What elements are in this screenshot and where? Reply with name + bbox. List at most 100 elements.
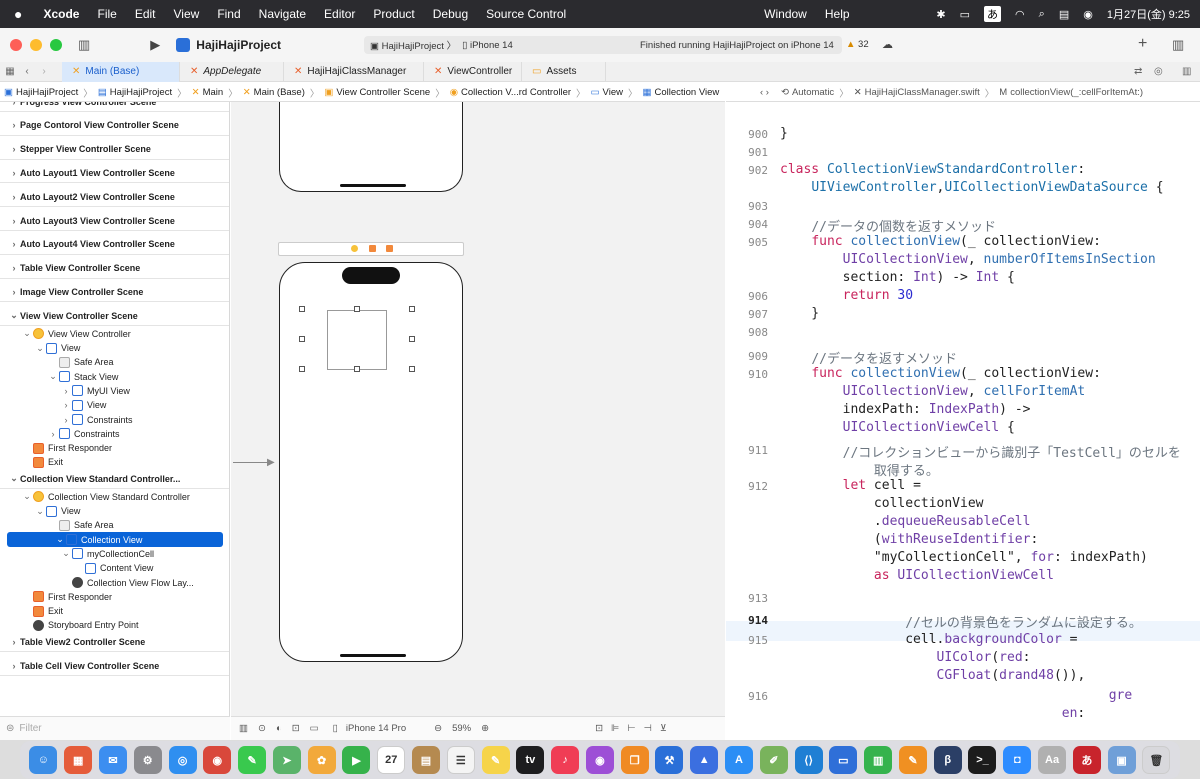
- script-editor-icon[interactable]: ✐: [759, 746, 788, 774]
- trash-icon[interactable]: 🗑: [1142, 746, 1171, 774]
- music-icon[interactable]: ♪: [551, 746, 580, 774]
- menu-debug[interactable]: Debug: [424, 7, 477, 21]
- battery-icon[interactable]: ▭: [960, 8, 970, 21]
- collection-view-controller-frame[interactable]: [279, 262, 463, 662]
- embed-icon[interactable]: ⊻: [660, 723, 667, 734]
- outline-item[interactable]: ⌄ Collection View Standard Controller: [0, 489, 229, 504]
- warning-icon[interactable]: ▲ 32: [846, 39, 869, 50]
- code-line[interactable]: gre: [780, 688, 1132, 703]
- code-line[interactable]: "myCollectionCell", for: indexPath): [780, 550, 1148, 565]
- forward-icon[interactable]: ›: [34, 66, 54, 77]
- chevron-down-icon[interactable]: ⌄: [60, 548, 72, 559]
- device-config-label[interactable]: iPhone 14 Pro: [346, 723, 406, 734]
- outline-scene[interactable]: ⌄ Collection View Standard Controller...: [0, 469, 229, 490]
- menu-file[interactable]: File: [88, 7, 125, 21]
- chevron-right-icon[interactable]: ›: [8, 120, 20, 130]
- cloud-icon[interactable]: ☁: [882, 38, 893, 51]
- outline-scene[interactable]: › Auto Layout2 View Controller Scene: [0, 187, 229, 208]
- run-button[interactable]: ▶: [150, 37, 160, 53]
- code-line[interactable]: UICollectionView, cellForItemAt: [780, 384, 1086, 399]
- grid-icon[interactable]: ▦: [0, 66, 20, 77]
- code-line[interactable]: func collectionView(_ collectionView:: [780, 366, 1101, 381]
- code-line[interactable]: section: Int) -> Int {: [780, 270, 1015, 285]
- xcode-icon[interactable]: ⚒: [655, 746, 684, 774]
- menu-find[interactable]: Find: [208, 7, 249, 21]
- close-window-button[interactable]: [10, 39, 22, 51]
- outline-item[interactable]: ⌄ View View Controller: [0, 326, 229, 341]
- outline-item[interactable]: ⌄ Collection View: [7, 532, 223, 548]
- dictionary-icon[interactable]: Aa: [1038, 746, 1067, 774]
- chevron-right-icon[interactable]: ›: [8, 192, 20, 202]
- breadcrumb-item[interactable]: ▭ View: [587, 87, 627, 98]
- outline-item[interactable]: › Constraints: [0, 426, 229, 441]
- outline-scene[interactable]: › Table View2 Controller Scene: [0, 632, 229, 653]
- zoom-in-icon[interactable]: ⊕: [481, 723, 489, 734]
- chevron-right-icon[interactable]: ›: [60, 400, 72, 410]
- apple-tv-icon[interactable]: tv: [516, 746, 545, 774]
- chevron-right-icon[interactable]: ›: [47, 429, 59, 439]
- code-line[interactable]: indexPath: IndexPath) ->: [780, 402, 1031, 417]
- tab-viewcontroller[interactable]: ✕ ViewController: [424, 61, 522, 82]
- orientation-icon[interactable]: ⊡: [292, 723, 300, 734]
- window-menu[interactable]: Window: [755, 7, 816, 21]
- chevron-right-icon[interactable]: ›: [8, 168, 20, 178]
- breadcrumb-item[interactable]: ▣ View Controller Scene: [320, 87, 434, 98]
- code-line[interactable]: let cell =: [780, 478, 921, 493]
- outline-item[interactable]: › Constraints: [0, 412, 229, 427]
- code-line[interactable]: class CollectionViewStandardController:: [780, 162, 1085, 177]
- outline-item[interactable]: ⌄ View: [0, 504, 229, 519]
- size-class-icon[interactable]: ▭: [310, 723, 319, 734]
- chevron-down-icon[interactable]: ⌄: [21, 328, 33, 339]
- device-icon[interactable]: ▯: [333, 723, 338, 734]
- back-icon[interactable]: ‹: [20, 66, 34, 77]
- outline-scene[interactable]: › Table View Controller Scene: [0, 259, 229, 279]
- code-line[interactable]: UICollectionView, numberOfItemsInSection: [780, 252, 1156, 267]
- inspector-toggle-icon[interactable]: ▥: [1172, 37, 1184, 53]
- breadcrumb-item[interactable]: ▦ Collection View: [638, 87, 723, 98]
- chevron-right-icon[interactable]: ›: [60, 415, 72, 425]
- menu-source-control[interactable]: Source Control: [477, 7, 575, 21]
- outline-item[interactable]: Content View: [0, 561, 229, 576]
- system-settings-icon[interactable]: ⚙: [133, 746, 162, 774]
- outline-item[interactable]: ⌄ Stack View: [0, 369, 229, 384]
- breadcrumb-item[interactable]: ✕ HajiHajiClassManager.swift: [850, 87, 984, 98]
- code-line[interactable]: UIViewController,UICollectionViewDataSou…: [780, 180, 1163, 195]
- menu-editor[interactable]: Editor: [315, 7, 364, 21]
- outline-item[interactable]: Storyboard Entry Point: [0, 618, 229, 633]
- chevron-down-icon[interactable]: ⌄: [8, 310, 20, 321]
- add-button[interactable]: +: [1138, 35, 1147, 53]
- beta-app-icon[interactable]: β: [933, 746, 962, 774]
- outline-item[interactable]: ⌄ View: [0, 341, 229, 356]
- outline-scene[interactable]: › Table Cell View Controller Scene: [0, 656, 229, 676]
- device-selector[interactable]: ▯ iPhone 14: [456, 40, 513, 51]
- breadcrumb-item[interactable]: ◉ Collection V...rd Controller: [446, 87, 575, 98]
- messages-icon[interactable]: ✎: [238, 746, 267, 774]
- resize-handle[interactable]: [409, 306, 415, 312]
- podcasts-icon[interactable]: ◉: [585, 746, 614, 774]
- preview-icon[interactable]: ▣: [1107, 746, 1136, 774]
- outline-item[interactable]: Exit: [0, 604, 229, 619]
- code-line[interactable]: UIColor(red:: [780, 650, 1031, 665]
- resize-handle[interactable]: [299, 306, 305, 312]
- code-line[interactable]: //データの個数を返すメソッド: [780, 216, 996, 235]
- outline-scene[interactable]: › Stepper View Controller Scene: [0, 140, 229, 160]
- japanese-dictionary-icon[interactable]: あ: [1072, 746, 1101, 774]
- bluetooth-icon[interactable]: ✱: [936, 8, 945, 21]
- breadcrumb-item[interactable]: ▣ HajiHajiProject: [0, 87, 82, 98]
- outline-item[interactable]: First Responder: [0, 589, 229, 604]
- code-line[interactable]: }: [780, 126, 788, 141]
- tab-assets[interactable]: ▭ Assets: [522, 61, 606, 82]
- siri-icon[interactable]: ◉: [1083, 8, 1093, 21]
- chevron-right-icon[interactable]: ›: [8, 102, 20, 107]
- outline-scene[interactable]: ⌄ View View Controller Scene: [0, 306, 229, 327]
- breadcrumb-item[interactable]: ✕ Main (Base): [239, 87, 309, 98]
- chevron-right-icon[interactable]: ›: [60, 386, 72, 396]
- chevron-right-icon[interactable]: ›: [8, 239, 20, 249]
- collection-cell[interactable]: [327, 310, 387, 370]
- zoom-level[interactable]: 59%: [452, 723, 471, 734]
- calendar-icon[interactable]: 27: [377, 746, 406, 774]
- safari-icon[interactable]: ◎: [168, 746, 197, 774]
- back-icon[interactable]: ‹ ›: [726, 87, 777, 98]
- outline-item[interactable]: ⌄ myCollectionCell: [0, 546, 229, 561]
- outline-scene[interactable]: › Auto Layout4 View Controller Scene: [0, 235, 229, 255]
